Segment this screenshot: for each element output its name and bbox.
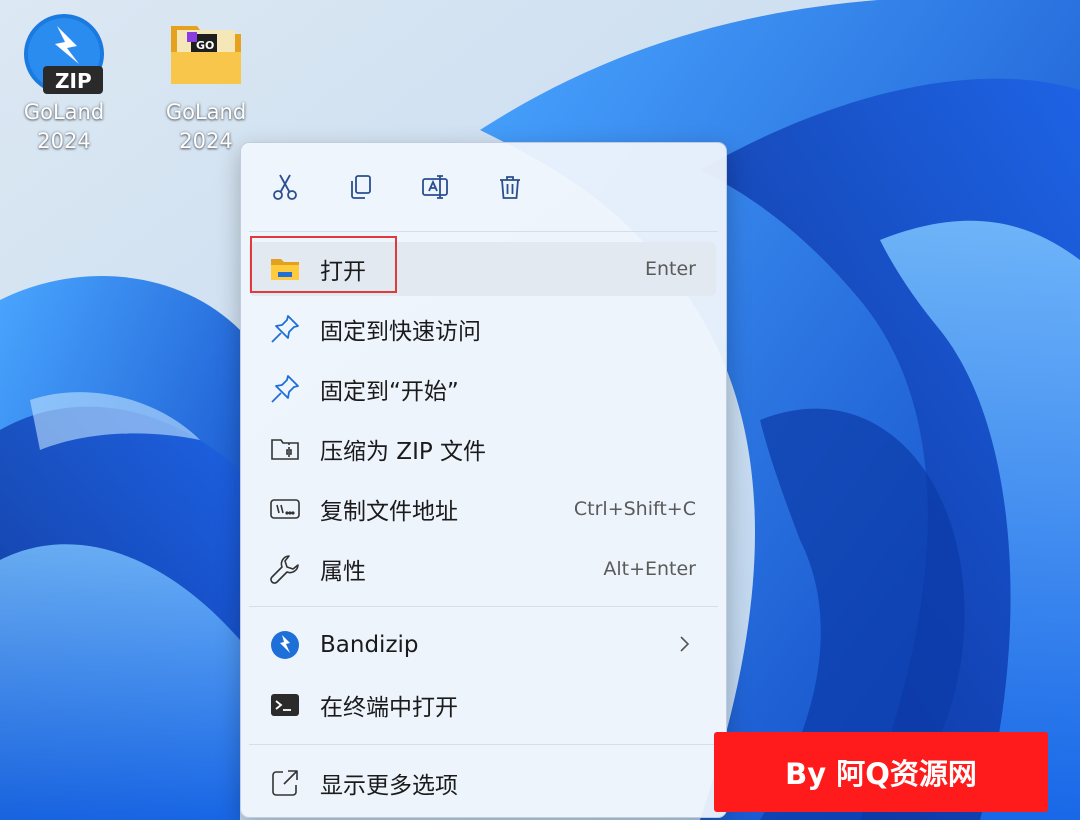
rename-icon: [422, 175, 448, 199]
watermark-banner: By 阿Q资源网: [714, 732, 1048, 812]
menu-item-label: 压缩为 ZIP 文件: [320, 439, 487, 465]
folder-icon: GO: [163, 12, 249, 98]
desktop-icon-label-line1: GoLand: [23, 100, 105, 124]
menu-item-label: 固定到“开始”: [320, 379, 459, 405]
bandizip-zip-icon: ZIP: [21, 12, 107, 98]
menu-item-label: 复制文件地址: [320, 499, 458, 525]
go-badge-text: GO: [196, 39, 215, 52]
menu-item-open-terminal[interactable]: 在终端中打开: [249, 678, 716, 732]
menu-item-compress-zip[interactable]: 压缩为 ZIP 文件: [249, 422, 716, 476]
path-icon: [270, 499, 300, 519]
desktop-icon-label-line2: 2024: [37, 129, 91, 153]
pin-icon: [271, 375, 299, 403]
menu-item-label: 固定到快速访问: [320, 319, 481, 345]
pin-icon: [271, 315, 299, 343]
menu-item-bandizip[interactable]: Bandizip: [249, 618, 716, 672]
zip-folder-icon: [271, 439, 299, 460]
desktop-icon-goland-zip[interactable]: ZIP GoLand 2024: [16, 12, 112, 156]
copy-icon: [351, 175, 371, 199]
desktop-icon-label-line1: GoLand: [165, 100, 247, 124]
terminal-icon: [271, 694, 299, 716]
bandizip-icon: [271, 631, 299, 659]
menu-item-pin-quick-access[interactable]: 固定到快速访问: [249, 302, 716, 356]
menu-item-show-more-options[interactable]: 显示更多选项: [249, 756, 716, 810]
menu-item-label: 属性: [320, 559, 366, 585]
zip-badge-text: ZIP: [55, 69, 92, 93]
desktop-icon-goland-folder[interactable]: GO GoLand 2024: [158, 12, 254, 156]
menu-item-shortcut: Enter: [645, 258, 696, 280]
menu-separator: [249, 231, 718, 232]
copy-button[interactable]: [342, 169, 378, 205]
menu-separator: [249, 744, 718, 745]
menu-separator: [249, 606, 718, 607]
trash-icon: [500, 176, 520, 199]
menu-item-shortcut: Alt+Enter: [603, 558, 696, 580]
context-menu-toolbar: [241, 143, 726, 231]
menu-item-label: Bandizip: [320, 632, 419, 658]
more-options-icon: [272, 770, 298, 796]
rename-button[interactable]: [417, 169, 453, 205]
cut-button[interactable]: [267, 169, 303, 205]
chevron-right-icon: [680, 636, 690, 652]
highlight-box: [250, 236, 397, 293]
menu-item-properties[interactable]: 属性 Alt+Enter: [249, 542, 716, 596]
menu-item-copy-path[interactable]: 复制文件地址 Ctrl+Shift+C: [249, 482, 716, 536]
wrench-icon: [270, 555, 299, 584]
menu-item-label: 显示更多选项: [320, 773, 458, 799]
menu-item-pin-start[interactable]: 固定到“开始”: [249, 362, 716, 416]
scissors-icon: [273, 174, 297, 200]
menu-item-shortcut: Ctrl+Shift+C: [573, 498, 696, 520]
delete-button[interactable]: [492, 169, 528, 205]
menu-item-label: 在终端中打开: [320, 695, 458, 721]
watermark-text: By 阿Q资源网: [785, 757, 977, 791]
